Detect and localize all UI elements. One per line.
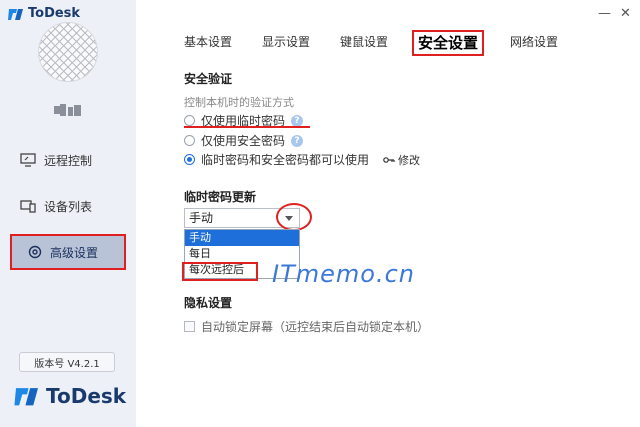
app-name-bottom: ToDesk	[46, 384, 127, 408]
annotation-underline	[184, 126, 310, 128]
gear-icon	[28, 245, 42, 259]
privacy-section-title: 隐私设置	[184, 296, 233, 310]
annotation-box	[182, 262, 258, 281]
tab-security[interactable]: 安全设置	[412, 30, 485, 56]
sidebar-item-advanced-settings[interactable]: 高级设置	[10, 234, 126, 270]
avatar[interactable]	[38, 22, 98, 82]
help-icon[interactable]: ?	[291, 134, 304, 147]
tab-keyboard-mouse[interactable]: 键鼠设置	[340, 28, 388, 56]
watermark-text: ITmemo.cn	[272, 260, 415, 288]
tab-display[interactable]: 显示设置	[262, 28, 310, 56]
app-name: ToDesk	[28, 6, 81, 21]
security-section-title: 安全验证	[184, 72, 233, 86]
dropdown-option-manual[interactable]: 手动	[185, 230, 299, 246]
username-pixelated	[52, 104, 84, 118]
devices-icon	[20, 200, 36, 213]
radio-button[interactable]	[184, 154, 195, 165]
temp-password-title: 临时密码更新	[184, 190, 257, 204]
radio-label: 临时密码和安全密码都可以使用	[201, 153, 370, 167]
security-hint: 控制本机时的验证方式	[184, 96, 294, 109]
auto-lock-checkbox[interactable]	[184, 321, 195, 332]
sidebar-item-device-list[interactable]: 设备列表	[20, 190, 92, 222]
select-value: 手动	[189, 211, 214, 225]
radio-both[interactable]: 临时密码和安全密码都可以使用 修改	[184, 151, 420, 168]
sidebar-item-label: 远程控制	[44, 153, 93, 168]
sidebar-item-label: 高级设置	[50, 245, 99, 260]
auto-lock-label: 自动锁定屏幕（远控结束后自动锁定本机）	[201, 320, 430, 334]
close-button[interactable]: ✕	[620, 6, 631, 21]
auto-lock-option[interactable]: 自动锁定屏幕（远控结束后自动锁定本机）	[184, 318, 429, 335]
minimize-button[interactable]: —	[598, 6, 611, 21]
sidebar-item-remote-control[interactable]: 远程控制	[20, 144, 92, 176]
radio-button[interactable]	[184, 115, 195, 126]
tab-basic[interactable]: 基本设置	[184, 28, 232, 56]
sidebar: ToDesk 远程控制 设备列表 高级设置 版本号 V4.2.1 ToDesk	[0, 0, 136, 427]
brand-bottom: ToDesk	[14, 384, 126, 408]
version-badge: 版本号 V4.2.1	[19, 352, 115, 372]
radio-button[interactable]	[184, 135, 195, 146]
monitor-icon	[20, 153, 36, 167]
sidebar-item-label: 设备列表	[44, 199, 93, 214]
radio-secure-only[interactable]: 仅使用安全密码 ?	[184, 132, 304, 149]
tab-network[interactable]: 网络设置	[510, 28, 558, 56]
todesk-logo-icon	[14, 388, 38, 406]
annotation-circle	[276, 203, 312, 231]
modify-password-link[interactable]: 修改	[383, 152, 420, 168]
todesk-logo-icon	[8, 8, 23, 20]
help-icon[interactable]: ?	[291, 114, 304, 127]
radio-label: 仅使用安全密码	[201, 134, 286, 148]
brand-top: ToDesk	[8, 6, 80, 21]
key-icon	[383, 156, 395, 163]
